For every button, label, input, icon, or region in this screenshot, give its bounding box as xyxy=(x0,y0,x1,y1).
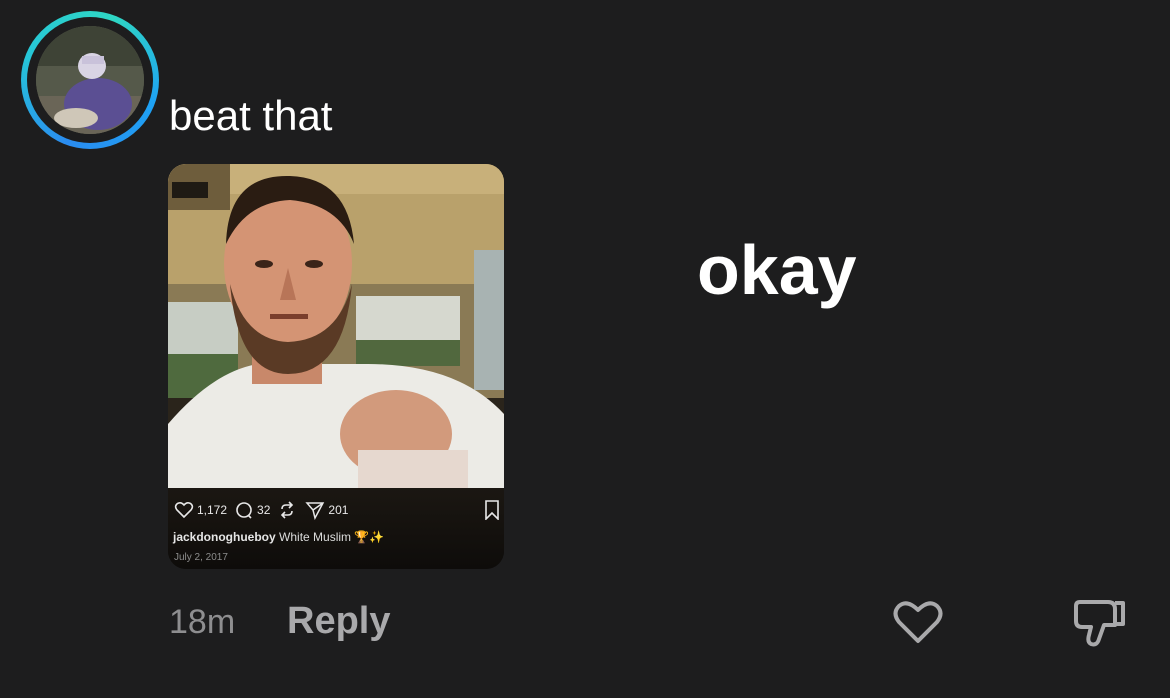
post-date: July 2, 2017 xyxy=(174,552,228,563)
thumbs-down-icon[interactable] xyxy=(1068,594,1128,650)
send-icon xyxy=(305,502,325,520)
avatar-photo xyxy=(36,26,144,134)
reply-button[interactable]: Reply xyxy=(287,599,390,643)
comment-screen: beat that 1,172 32 201 jackdonoghueboy W… xyxy=(0,0,1170,698)
post-username: jackdonoghueboy xyxy=(173,530,276,544)
likes-count: 1,172 xyxy=(197,503,228,517)
user-avatar[interactable] xyxy=(21,11,159,149)
shares-count: 201 xyxy=(328,503,349,517)
heart-icon[interactable] xyxy=(890,594,946,650)
comment-timestamp: 18m xyxy=(169,603,236,641)
overlay-text: okay xyxy=(697,231,857,309)
post-stats: 1,172 32 201 xyxy=(174,499,355,521)
post-caption: jackdonoghueboy White Muslim 🏆✨ xyxy=(173,530,384,544)
repost-icon xyxy=(281,501,294,519)
comment-text: beat that xyxy=(169,92,333,139)
post-photo xyxy=(168,164,504,488)
trophy-sparkles-emoji: 🏆✨ xyxy=(354,530,385,544)
bookmark-icon xyxy=(485,500,499,520)
comment-icon xyxy=(236,502,252,519)
attached-post-image[interactable]: 1,172 32 201 jackdonoghueboy White Musli… xyxy=(168,164,504,569)
heart-icon xyxy=(174,501,194,519)
post-caption-text: White Muslim xyxy=(279,530,352,544)
comments-count: 32 xyxy=(257,503,271,517)
